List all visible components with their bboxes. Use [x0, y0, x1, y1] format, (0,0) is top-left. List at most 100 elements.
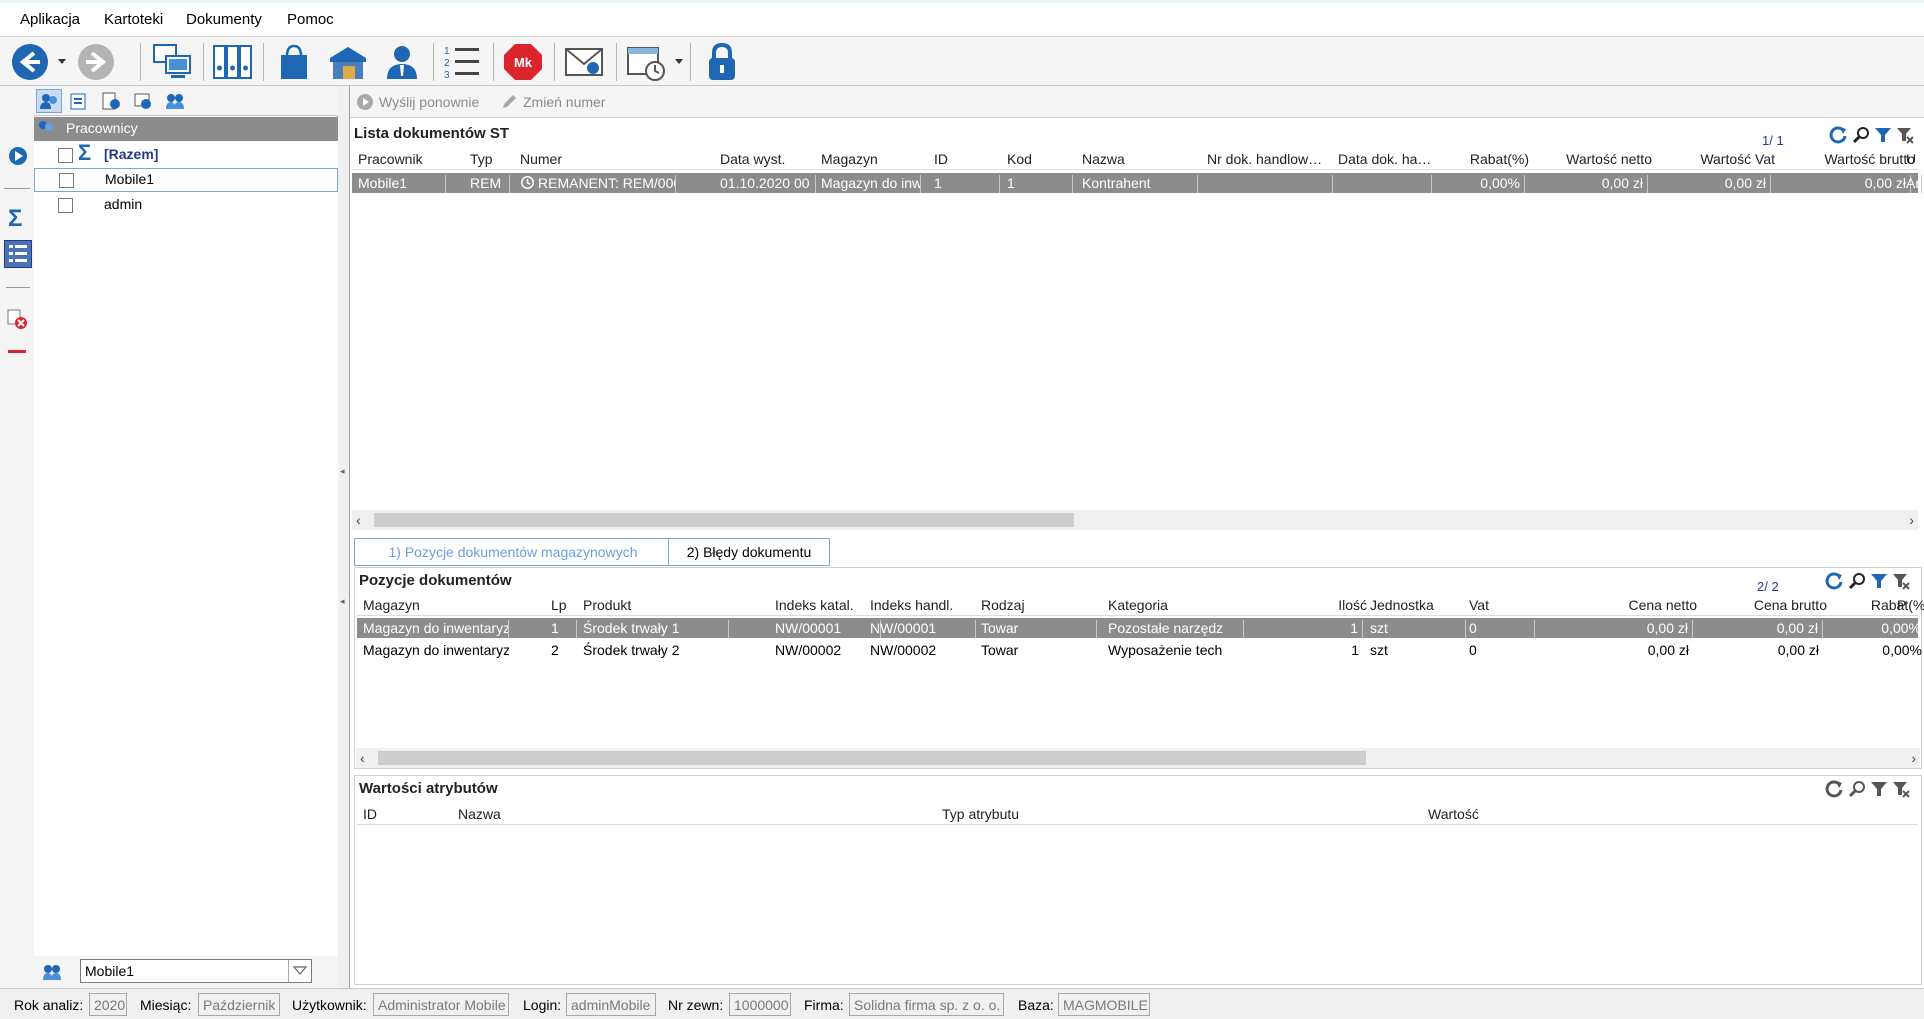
- documents-scrollbar[interactable]: ‹ ›: [352, 510, 1918, 530]
- clear-filter-icon[interactable]: [1892, 780, 1910, 798]
- razem-checkbox[interactable]: [58, 148, 73, 163]
- tab-positions[interactable]: 1) Pozycje dokumentów magazynowych: [354, 538, 672, 566]
- column-header[interactable]: Wartość: [1428, 806, 1728, 822]
- tree-view-icon[interactable]: [4, 240, 32, 268]
- group-settings-tab-icon[interactable]: [130, 89, 156, 113]
- calendar-dropdown-icon[interactable]: [675, 59, 683, 64]
- column-header[interactable]: Typ atrybutu: [942, 806, 1242, 822]
- shopping-bag-icon[interactable]: [272, 40, 316, 84]
- positions-scrollbar[interactable]: ‹ ›: [356, 748, 1920, 768]
- column-header[interactable]: Cena brutto: [1687, 597, 1827, 613]
- clear-filter-icon[interactable]: [1892, 572, 1910, 590]
- forward-icon[interactable]: [74, 40, 118, 84]
- sum-icon[interactable]: Σ: [8, 207, 22, 231]
- scroll-right-icon[interactable]: ›: [1909, 512, 1914, 528]
- employee-combo[interactable]: Mobile1: [80, 959, 312, 983]
- mk-icon[interactable]: Mk: [501, 40, 545, 84]
- column-header[interactable]: Cena netto: [1557, 597, 1698, 613]
- documents-tab-icon[interactable]: [66, 89, 92, 113]
- column-header[interactable]: Produkt: [583, 597, 733, 613]
- filter-icon[interactable]: [1874, 126, 1892, 144]
- change-number-button[interactable]: Zmień numer: [500, 93, 605, 111]
- positions-row[interactable]: Magazyn do inwentaryzacji 2 Środek trwały …: [357, 640, 1922, 660]
- column-header[interactable]: Jednostka: [1370, 597, 1470, 613]
- tree-row-mobile1[interactable]: Mobile1: [34, 168, 338, 192]
- column-header[interactable]: Rodzaj: [981, 597, 1101, 613]
- scroll-thumb[interactable]: [374, 513, 1074, 527]
- numbered-list-icon[interactable]: 123: [440, 40, 484, 84]
- column-header[interactable]: Nazwa: [1082, 151, 1202, 167]
- filter-icon[interactable]: [1870, 780, 1888, 798]
- menu-kartoteki[interactable]: Kartoteki: [104, 11, 163, 28]
- column-header[interactable]: Rabat(%): [1439, 151, 1529, 167]
- mobile1-checkbox[interactable]: [59, 173, 74, 188]
- minus-icon[interactable]: [8, 350, 26, 353]
- scroll-right-icon[interactable]: ›: [1911, 750, 1916, 766]
- search-icon[interactable]: [1848, 572, 1866, 590]
- admin-checkbox[interactable]: [58, 198, 73, 213]
- collapse-arrow-icon[interactable]: ◂: [340, 596, 345, 607]
- column-header[interactable]: ID: [363, 806, 423, 822]
- column-header[interactable]: Data wyst.: [720, 151, 820, 167]
- column-header[interactable]: Magazyn: [821, 151, 925, 167]
- clear-filter-icon[interactable]: [1896, 126, 1914, 144]
- column-header[interactable]: U: [1906, 151, 1924, 167]
- calendar-clock-icon[interactable]: [624, 40, 668, 84]
- search-icon[interactable]: [1848, 780, 1866, 798]
- column-header[interactable]: Magazyn: [363, 597, 513, 613]
- computers-icon[interactable]: [150, 40, 194, 84]
- column-header[interactable]: Wartość netto: [1530, 151, 1652, 167]
- refresh-icon[interactable]: [1824, 779, 1844, 799]
- warehouse-icon[interactable]: [326, 40, 370, 84]
- column-header[interactable]: Kod: [1007, 151, 1077, 167]
- resend-button[interactable]: Wyślij ponownie: [356, 93, 479, 111]
- menu-pomoc[interactable]: Pomoc: [287, 11, 334, 28]
- column-header[interactable]: Numer: [520, 151, 680, 167]
- column-header[interactable]: Indeks handl.: [870, 597, 980, 613]
- user-icon[interactable]: [380, 40, 424, 84]
- employees-tree: Σ [Razem] Mobile1 admin: [34, 140, 338, 956]
- tree-row-razem[interactable]: Σ [Razem]: [34, 140, 338, 167]
- document-info-tab-icon[interactable]: [98, 89, 124, 113]
- column-header[interactable]: Ilość: [1227, 597, 1367, 613]
- employees-tab-icon[interactable]: [36, 89, 62, 113]
- menu-dokumenty[interactable]: Dokumenty: [186, 11, 262, 28]
- binders-icon[interactable]: [210, 40, 254, 84]
- refresh-icon[interactable]: [1828, 125, 1848, 145]
- lock-icon[interactable]: [700, 40, 744, 84]
- column-header[interactable]: Data dok. ha…: [1338, 151, 1436, 167]
- column-header[interactable]: ID: [934, 151, 1004, 167]
- menu-aplikacja[interactable]: Aplikacja: [20, 11, 80, 28]
- rok-label: Rok analiz:: [14, 997, 84, 1013]
- back-icon[interactable]: [8, 40, 52, 84]
- documents-row[interactable]: Mobile1 REM REMANENT: REM/0001/20 01.10.202…: [352, 173, 1922, 193]
- search-icon[interactable]: [1852, 126, 1870, 144]
- column-header[interactable]: Nr dok. handlow…: [1207, 151, 1337, 167]
- chevron-down-icon[interactable]: [288, 960, 311, 982]
- column-header[interactable]: Lp: [551, 597, 581, 613]
- column-header[interactable]: Nazwa: [458, 806, 758, 822]
- refresh-icon[interactable]: [1824, 571, 1844, 591]
- filter-icon[interactable]: [1870, 572, 1888, 590]
- scroll-left-icon[interactable]: ‹: [356, 512, 361, 528]
- column-header[interactable]: Wartość brutto: [1775, 151, 1915, 167]
- back-dropdown-icon[interactable]: [58, 59, 66, 64]
- column-header[interactable]: Indeks katal.: [775, 597, 885, 613]
- tree-row-admin[interactable]: admin: [34, 193, 338, 217]
- tab-errors[interactable]: 2) Błędy dokumentu: [668, 538, 830, 566]
- collapse-arrow-icon[interactable]: ◂: [340, 466, 345, 477]
- column-header[interactable]: P: [1897, 597, 1917, 613]
- positions-row[interactable]: Magazyn do inwentaryzacji1Środek trwały …: [357, 618, 1921, 638]
- remove-filter-icon[interactable]: [6, 308, 28, 333]
- column-header[interactable]: Wartość Vat: [1653, 151, 1775, 167]
- panel-splitter[interactable]: ◂ ◂: [338, 86, 350, 988]
- scroll-thumb[interactable]: [378, 751, 1366, 765]
- column-header[interactable]: Typ: [470, 151, 514, 167]
- play-icon[interactable]: [8, 146, 28, 169]
- users-group-tab-icon[interactable]: [162, 89, 188, 113]
- column-header[interactable]: Vat: [1469, 597, 1539, 613]
- tree-label-admin: admin: [104, 196, 143, 212]
- mail-icon[interactable]: [562, 40, 606, 84]
- column-header[interactable]: Pracownik: [358, 151, 450, 167]
- scroll-left-icon[interactable]: ‹: [360, 750, 365, 766]
